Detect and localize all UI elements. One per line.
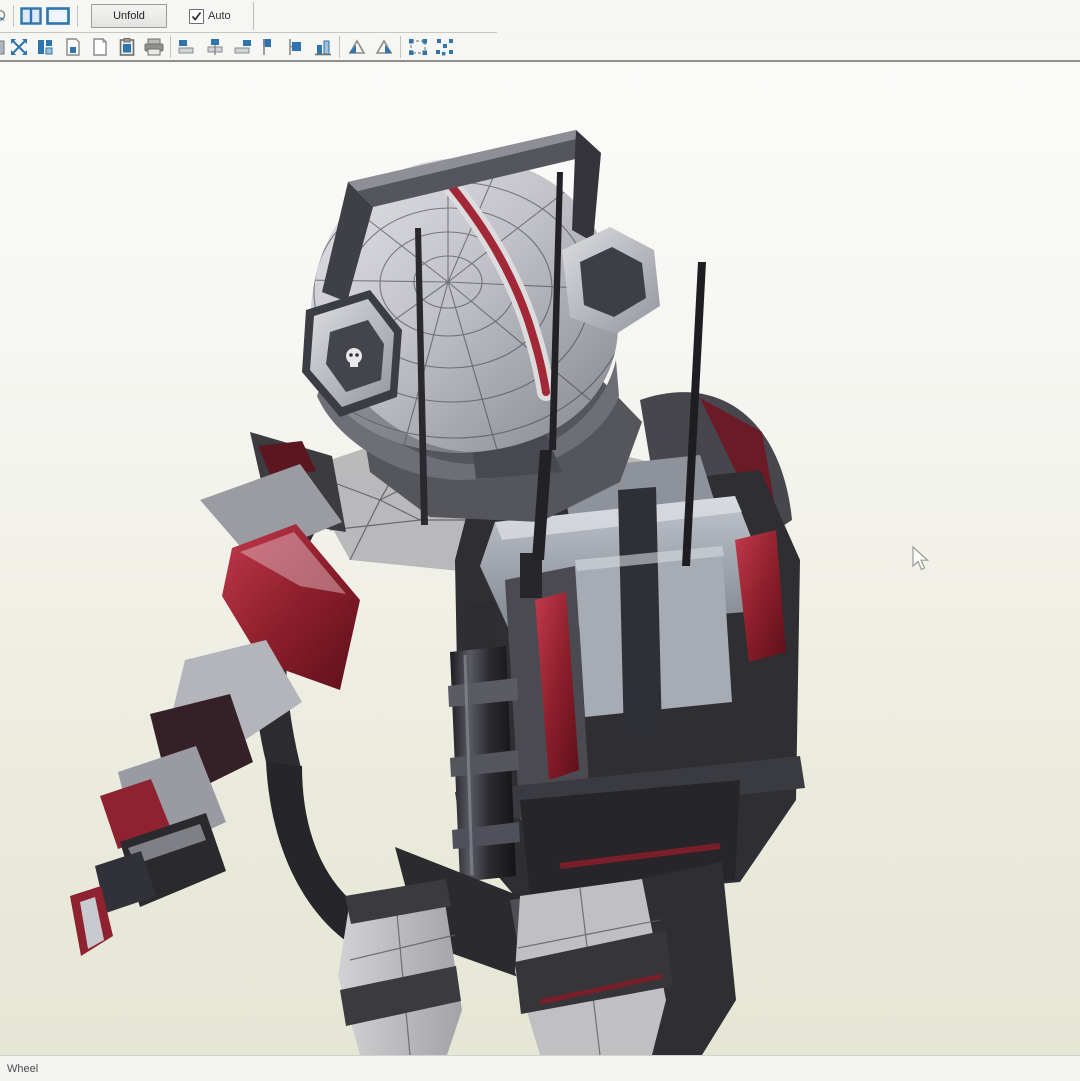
- select-vertices-icon[interactable]: [404, 35, 431, 59]
- layout-columns-icon[interactable]: [32, 35, 59, 59]
- check-icon: [191, 11, 202, 21]
- auto-checkbox-label: Auto: [208, 10, 231, 22]
- status-text: Wheel: [7, 1062, 39, 1075]
- export-page-icon[interactable]: [59, 35, 86, 59]
- auto-checkbox-group[interactable]: Auto: [189, 8, 231, 24]
- toolbar-separator: [339, 35, 340, 58]
- rotate-right-icon[interactable]: [370, 35, 397, 59]
- status-bar: Wheel: [0, 1055, 1080, 1081]
- toolbar-separator: [13, 5, 14, 27]
- toolbar-separator: [77, 5, 78, 27]
- toolbar-secondary: [0, 33, 1080, 93]
- rotate-view-icon[interactable]: [0, 4, 10, 28]
- rotate-left-icon[interactable]: [343, 35, 370, 59]
- toolbar-main: Unfold Auto: [0, 0, 1080, 33]
- mouse-cursor: [912, 545, 930, 571]
- trooper-model: [70, 130, 930, 1055]
- align-right-icon[interactable]: [228, 35, 255, 59]
- toolbar-separator: [170, 35, 171, 58]
- align-middle-icon[interactable]: [282, 35, 309, 59]
- print-icon[interactable]: [140, 35, 167, 59]
- new-page-icon[interactable]: [86, 35, 113, 59]
- scatter-points-icon[interactable]: [431, 35, 458, 59]
- single-view-icon[interactable]: [44, 4, 71, 28]
- align-left-icon[interactable]: [174, 35, 201, 59]
- split-view-icon[interactable]: [17, 4, 44, 28]
- paste-icon[interactable]: [113, 35, 140, 59]
- viewport-3d[interactable]: [0, 63, 1080, 1055]
- fit-view-icon[interactable]: [5, 35, 32, 59]
- align-center-icon[interactable]: [201, 35, 228, 59]
- toolbar-separator: [400, 35, 401, 58]
- unfold-button[interactable]: Unfold: [91, 4, 167, 28]
- auto-checkbox[interactable]: [189, 8, 204, 24]
- align-top-icon[interactable]: [255, 35, 282, 59]
- unfold-button-label: Unfold: [113, 10, 145, 22]
- align-bottom-icon[interactable]: [309, 35, 336, 59]
- toolbar-edge: [253, 2, 254, 30]
